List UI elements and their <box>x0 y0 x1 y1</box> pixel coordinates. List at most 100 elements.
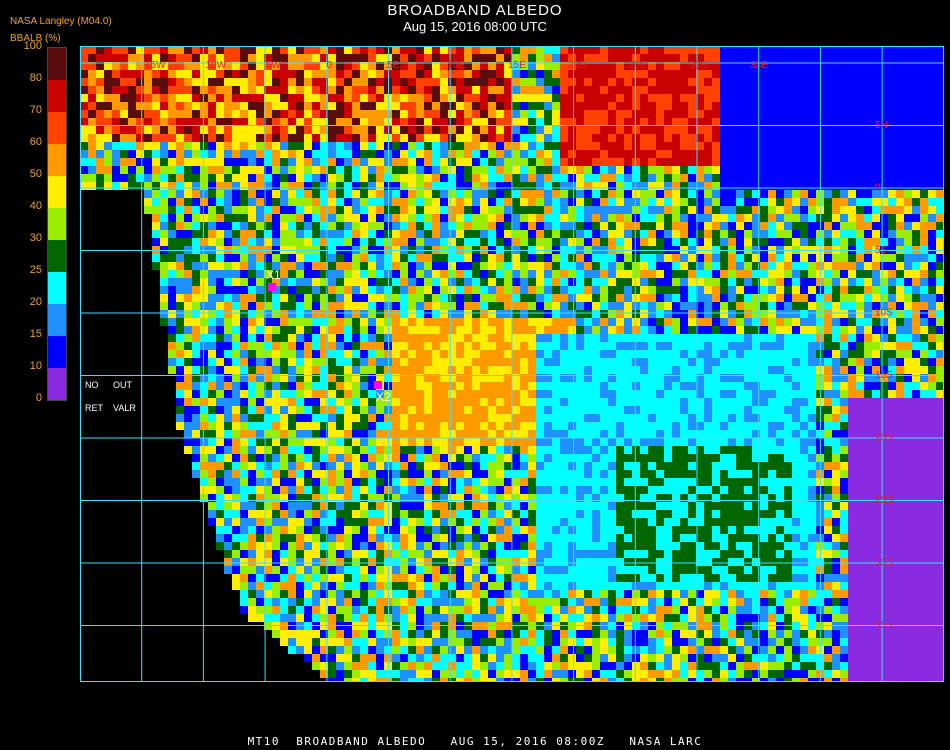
albedo-pixel <box>568 70 576 78</box>
albedo-pixel <box>544 310 552 318</box>
albedo-pixel <box>456 150 464 158</box>
albedo-pixel <box>376 334 384 342</box>
albedo-pixel <box>904 198 912 206</box>
albedo-pixel <box>184 118 192 126</box>
albedo-pixel <box>408 150 416 158</box>
albedo-pixel <box>800 414 808 422</box>
albedo-pixel <box>376 286 384 294</box>
albedo-pixel <box>368 342 376 350</box>
albedo-pixel <box>840 102 848 110</box>
albedo-pixel <box>608 118 616 126</box>
albedo-pixel <box>872 150 880 158</box>
albedo-pixel <box>880 318 888 326</box>
albedo-pixel <box>784 286 792 294</box>
albedo-pixel <box>704 358 712 366</box>
albedo-pixel <box>576 278 584 286</box>
albedo-pixel <box>520 414 528 422</box>
albedo-pixel <box>536 78 544 86</box>
albedo-pixel <box>656 158 664 166</box>
albedo-pixel <box>176 286 184 294</box>
albedo-pixel <box>464 390 472 398</box>
albedo-pixel <box>664 398 672 406</box>
albedo-pixel <box>584 294 592 302</box>
albedo-pixel <box>200 342 208 350</box>
albedo-pixel <box>680 302 688 310</box>
albedo-pixel <box>424 198 432 206</box>
albedo-pixel <box>688 78 696 86</box>
albedo-pixel <box>520 310 528 318</box>
albedo-pixel <box>760 390 768 398</box>
albedo-pixel <box>192 190 200 198</box>
albedo-pixel <box>720 118 728 126</box>
albedo-pixel <box>304 134 312 142</box>
albedo-pixel <box>880 350 888 358</box>
albedo-pixel <box>360 238 368 246</box>
albedo-pixel <box>216 382 224 390</box>
albedo-pixel <box>440 366 448 374</box>
albedo-pixel <box>792 102 800 110</box>
albedo-pixel <box>424 334 432 342</box>
albedo-pixel <box>376 222 384 230</box>
albedo-pixel <box>280 126 288 134</box>
albedo-pixel <box>744 70 752 78</box>
albedo-pixel <box>328 358 336 366</box>
albedo-pixel <box>784 382 792 390</box>
albedo-pixel <box>848 134 856 142</box>
albedo-pixel <box>832 382 840 390</box>
albedo-pixel <box>280 406 288 414</box>
albedo-pixel <box>472 46 480 54</box>
albedo-pixel <box>416 166 424 174</box>
albedo-pixel <box>528 358 536 366</box>
albedo-pixel <box>856 46 864 54</box>
albedo-pixel <box>176 118 184 126</box>
albedo-pixel <box>856 414 864 422</box>
albedo-pixel <box>624 150 632 158</box>
albedo-pixel <box>400 286 408 294</box>
albedo-pixel <box>528 94 536 102</box>
albedo-pixel <box>168 238 176 246</box>
albedo-pixel <box>408 54 416 62</box>
albedo-pixel <box>448 174 456 182</box>
albedo-pixel <box>688 182 696 190</box>
albedo-pixel <box>120 174 128 182</box>
albedo-pixel <box>904 166 912 174</box>
albedo-pixel <box>776 366 784 374</box>
albedo-pixel <box>784 270 792 278</box>
albedo-pixel <box>688 166 696 174</box>
albedo-pixel <box>240 190 248 198</box>
albedo-pixel <box>872 198 880 206</box>
albedo-pixel <box>504 302 512 310</box>
albedo-pixel <box>728 414 736 422</box>
albedo-pixel <box>184 366 192 374</box>
albedo-pixel <box>864 262 872 270</box>
albedo-pixel <box>344 150 352 158</box>
albedo-pixel <box>624 110 632 118</box>
albedo-pixel <box>152 118 160 126</box>
albedo-pixel <box>80 118 88 126</box>
albedo-pixel <box>424 54 432 62</box>
albedo-pixel <box>544 334 552 342</box>
albedo-pixel <box>80 102 88 110</box>
albedo-pixel <box>312 398 320 406</box>
albedo-pixel <box>888 286 896 294</box>
albedo-pixel <box>144 102 152 110</box>
albedo-pixel <box>240 182 248 190</box>
albedo-pixel <box>216 294 224 302</box>
albedo-pixel <box>208 198 216 206</box>
albedo-pixel <box>504 414 512 422</box>
albedo-pixel <box>808 262 816 270</box>
albedo-pixel <box>336 150 344 158</box>
albedo-pixel <box>168 334 176 342</box>
albedo-pixel <box>608 214 616 222</box>
albedo-pixel <box>760 382 768 390</box>
albedo-pixel <box>208 414 216 422</box>
albedo-pixel <box>680 222 688 230</box>
albedo-pixel <box>784 166 792 174</box>
albedo-pixel <box>624 382 632 390</box>
albedo-pixel <box>352 238 360 246</box>
albedo-pixel <box>136 46 144 54</box>
albedo-pixel <box>296 94 304 102</box>
albedo-pixel <box>480 390 488 398</box>
albedo-pixel <box>256 270 264 278</box>
albedo-pixel <box>800 430 808 438</box>
